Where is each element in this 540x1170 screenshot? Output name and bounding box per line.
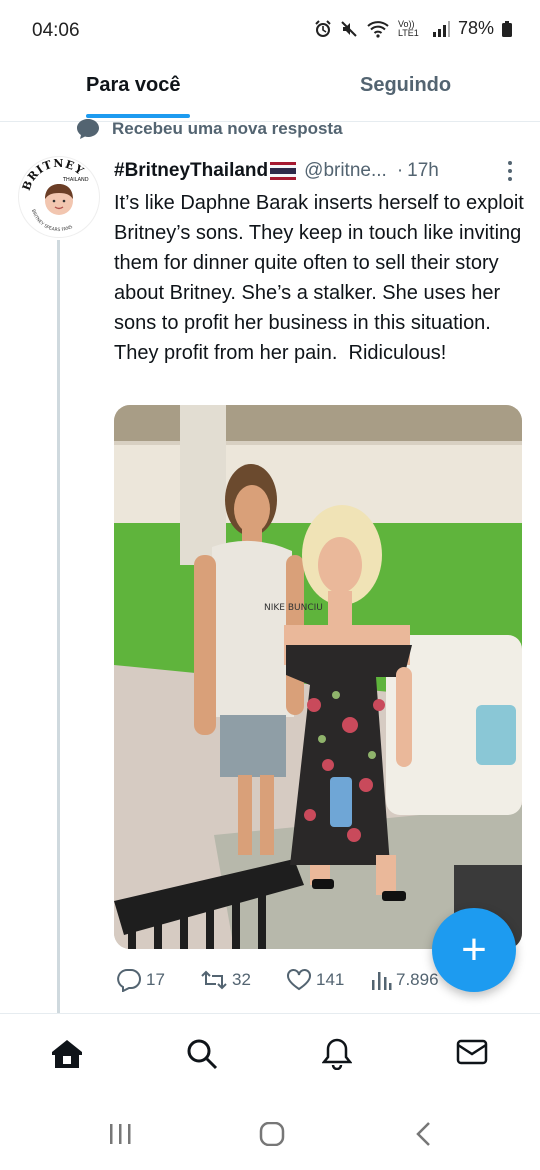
views-button[interactable]: 7.896 xyxy=(370,968,439,992)
speech-bubble-icon xyxy=(77,119,99,139)
retweet-button[interactable]: 32 xyxy=(200,968,251,992)
views-icon xyxy=(372,972,392,990)
author-handle[interactable]: @britne... xyxy=(304,160,387,182)
timeline-tabs: Para você Seguindo xyxy=(0,62,540,120)
search-icon[interactable] xyxy=(186,1038,218,1075)
tweet-photo[interactable]: NIKE BUNCIU xyxy=(114,405,522,949)
context-label: Recebeu uma nova resposta xyxy=(112,119,343,138)
view-count: 7.896 xyxy=(396,970,439,989)
author-name[interactable]: #BritneyThailand xyxy=(114,160,268,182)
tab-following[interactable]: Seguindo xyxy=(360,74,451,97)
wifi-icon xyxy=(367,20,389,38)
signal-icon xyxy=(432,20,450,37)
photo-illustration: NIKE BUNCIU xyxy=(114,405,522,949)
thread-line xyxy=(57,240,60,1014)
avatar-text-mid: THAILAND xyxy=(62,177,89,183)
bottom-navigation xyxy=(0,1014,540,1096)
system-navigation xyxy=(0,1096,540,1170)
tweet-time[interactable]: 17h xyxy=(407,160,439,182)
status-time: 04:06 xyxy=(32,20,80,41)
tweet-header: #BritneyThailand @britne... · 17h xyxy=(114,160,439,182)
avatar-logo: BRITNEY THAILAND BRITNEY SPEARS FANS xyxy=(20,157,89,233)
like-count: 141 xyxy=(316,970,345,989)
tweet-text: It’s like Daphne Barak inserts herself t… xyxy=(114,192,530,364)
more-options-icon[interactable] xyxy=(506,160,514,187)
status-bar: 04:06 Vo)) LTE1 78% xyxy=(0,0,540,62)
tab-for-you[interactable]: Para você xyxy=(86,74,181,97)
retweet-count: 32 xyxy=(232,970,251,989)
battery-percent: 78% xyxy=(457,18,494,38)
compose-button[interactable]: + xyxy=(432,908,516,992)
compose-plus-icon: + xyxy=(461,925,487,974)
status-icons: Vo)) LTE1 78% xyxy=(314,18,512,39)
reply-count: 17 xyxy=(146,970,165,989)
notifications-icon[interactable] xyxy=(321,1038,353,1075)
reply-icon xyxy=(117,969,141,992)
retweet-icon xyxy=(201,970,227,990)
like-button[interactable]: 141 xyxy=(286,968,344,992)
recent-apps-icon[interactable] xyxy=(108,1122,134,1151)
shirt-text: NIKE BUNCIU xyxy=(264,603,323,613)
heart-icon xyxy=(287,969,311,991)
social-context: Recebeu uma nova resposta xyxy=(76,118,343,140)
battery-icon xyxy=(502,20,512,37)
separator-dot: · xyxy=(396,160,404,181)
home-button-icon[interactable] xyxy=(259,1121,285,1151)
thailand-flag-icon xyxy=(270,162,297,180)
mute-icon xyxy=(341,20,357,37)
home-icon[interactable] xyxy=(50,1038,84,1075)
back-icon[interactable] xyxy=(414,1122,434,1151)
author-avatar[interactable]: BRITNEY THAILAND BRITNEY SPEARS FANS xyxy=(18,156,100,238)
alarm-icon xyxy=(315,19,331,37)
reply-button[interactable]: 17 xyxy=(116,968,165,992)
network-label: Vo)) LTE1 xyxy=(397,18,419,38)
messages-icon[interactable] xyxy=(456,1038,488,1071)
